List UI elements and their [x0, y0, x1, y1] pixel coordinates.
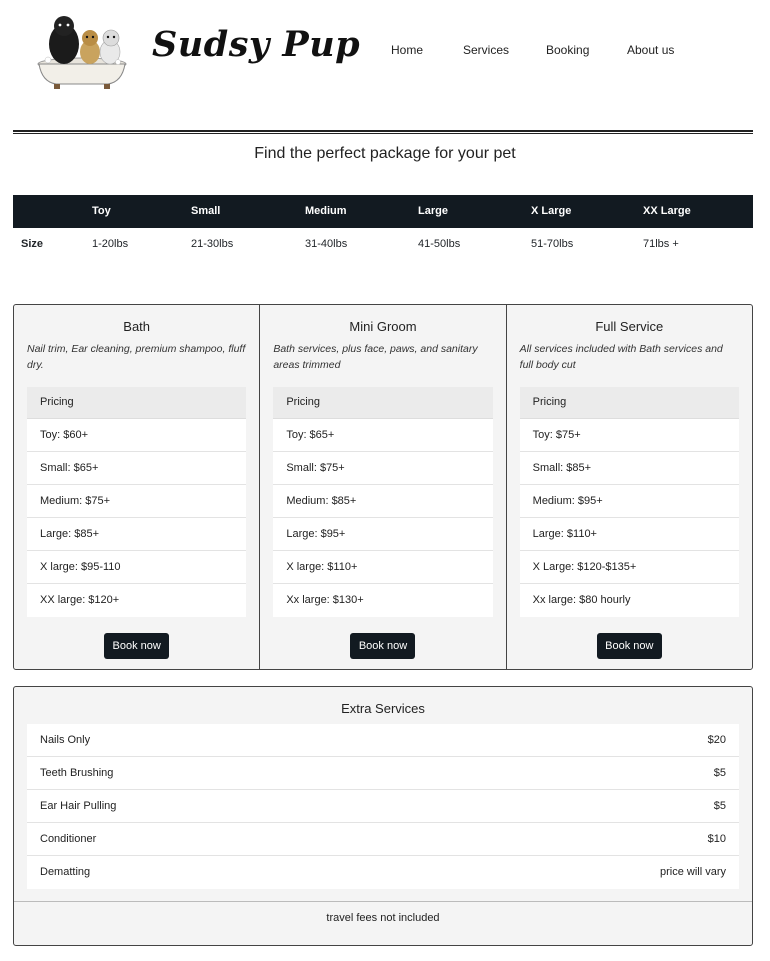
extras-item-price: $10	[707, 833, 726, 845]
extras-item: Dematting price will vary	[27, 856, 739, 889]
pricing-list: Pricing Toy: $75+ Small: $85+ Medium: $9…	[519, 387, 739, 617]
size-col-toy: Toy	[92, 205, 111, 217]
price-item: Toy: $60+	[27, 419, 247, 452]
package-title: Bath	[123, 319, 151, 334]
pricing-header: Pricing	[273, 387, 493, 419]
extras-item-price: $5	[713, 800, 726, 812]
price-item: Medium: $75+	[27, 485, 247, 518]
size-value-xlarge: 51-70lbs	[531, 238, 574, 250]
book-now-button-bath[interactable]: Book now	[104, 633, 170, 659]
extras-item-price: price will vary	[659, 866, 726, 878]
extras-item: Teeth Brushing $5	[27, 757, 739, 790]
price-item: Large: $85+	[27, 518, 247, 551]
nav-about-link[interactable]: About us	[627, 43, 674, 57]
price-item: Small: $85+	[519, 452, 739, 485]
package-title: Mini Groom	[349, 319, 417, 334]
header-divider	[13, 130, 753, 134]
size-col-large: Large	[418, 205, 448, 217]
brand-name[interactable]: Sudsy Pup	[152, 24, 360, 65]
price-item: Medium: $95+	[519, 485, 739, 518]
price-item: Large: $95+	[273, 518, 493, 551]
size-table-row: Size 1-20lbs 21-30lbs 31-40lbs 41-50lbs …	[13, 228, 753, 258]
extras-item: Nails Only $20	[27, 724, 739, 757]
extra-services-card: Extra Services Nails Only $20 Teeth Brus…	[13, 686, 753, 946]
size-row-label: Size	[21, 238, 44, 250]
nav-home-link[interactable]: Home	[391, 43, 423, 57]
price-item: Small: $75+	[273, 452, 493, 485]
pricing-list: Pricing Toy: $65+ Small: $75+ Medium: $8…	[273, 387, 493, 617]
package-card-bath: Bath Nail trim, Ear cleaning, premium sh…	[14, 305, 259, 669]
logo-image[interactable]	[36, 8, 128, 90]
extras-item: Ear Hair Pulling $5	[27, 790, 739, 823]
price-item: Xx large: $130+	[273, 584, 493, 617]
book-now-button-mini-groom[interactable]: Book now	[350, 633, 416, 659]
pricing-list: Pricing Toy: $60+ Small: $65+ Medium: $7…	[27, 387, 247, 617]
extras-item-name: Teeth Brushing	[40, 767, 114, 779]
package-title: Full Service	[595, 319, 664, 334]
nav-services-link[interactable]: Services	[463, 43, 509, 57]
package-description: Nail trim, Ear cleaning, premium shampoo…	[27, 343, 246, 371]
extras-item-name: Conditioner	[40, 833, 97, 845]
price-item: Medium: $85+	[273, 485, 493, 518]
size-value-small: 21-30lbs	[191, 238, 234, 250]
price-item: Large: $110+	[519, 518, 739, 551]
extras-item: Conditioner $10	[27, 823, 739, 856]
size-col-xlarge: X Large	[531, 205, 572, 217]
size-value-medium: 31-40lbs	[305, 238, 348, 250]
size-table-header: Toy Small Medium Large X Large XX Large	[13, 195, 753, 228]
extras-item-name: Dematting	[40, 866, 91, 878]
size-value-large: 41-50lbs	[418, 238, 461, 250]
price-item: X large: $95-110	[27, 551, 247, 584]
book-now-button-full-service[interactable]: Book now	[596, 633, 662, 659]
package-card-full-service: Full Service All services included with …	[505, 305, 752, 669]
price-item: Small: $65+	[27, 452, 247, 485]
size-table: Toy Small Medium Large X Large XX Large …	[13, 195, 753, 258]
price-item: Xx large: $80 hourly	[519, 584, 739, 617]
extras-item-price: $5	[713, 767, 726, 779]
price-item: X Large: $120-$135+	[519, 551, 739, 584]
pricing-header: Pricing	[519, 387, 739, 419]
page-title: Find the perfect package for your pet	[254, 145, 516, 162]
extras-item-name: Ear Hair Pulling	[40, 800, 117, 812]
package-description: All services included with Bath services…	[519, 343, 723, 371]
site-header: Sudsy Pup Home Services Booking About us	[0, 0, 770, 110]
extras-list: Nails Only $20 Teeth Brushing $5 Ear Hai…	[27, 724, 739, 889]
size-value-xxlarge: 71lbs +	[643, 238, 679, 250]
extras-title: Extra Services	[341, 701, 425, 716]
price-item: XX large: $120+	[27, 584, 247, 617]
pricing-header: Pricing	[27, 387, 247, 419]
size-value-toy: 1-20lbs	[92, 238, 129, 250]
extras-footer-note: travel fees not included	[14, 901, 752, 945]
package-cards: Bath Nail trim, Ear cleaning, premium sh…	[13, 304, 753, 670]
size-col-medium: Medium	[305, 205, 347, 217]
size-col-xxlarge: XX Large	[643, 205, 691, 217]
nav-booking-link[interactable]: Booking	[546, 43, 589, 57]
package-description: Bath services, plus face, paws, and sani…	[273, 343, 478, 371]
package-card-mini-groom: Mini Groom Bath services, plus face, paw…	[259, 305, 505, 669]
size-col-small: Small	[191, 205, 221, 217]
price-item: X large: $110+	[273, 551, 493, 584]
price-item: Toy: $75+	[519, 419, 739, 452]
extras-item-price: $20	[707, 734, 726, 746]
price-item: Toy: $65+	[273, 419, 493, 452]
extras-item-name: Nails Only	[40, 734, 91, 746]
